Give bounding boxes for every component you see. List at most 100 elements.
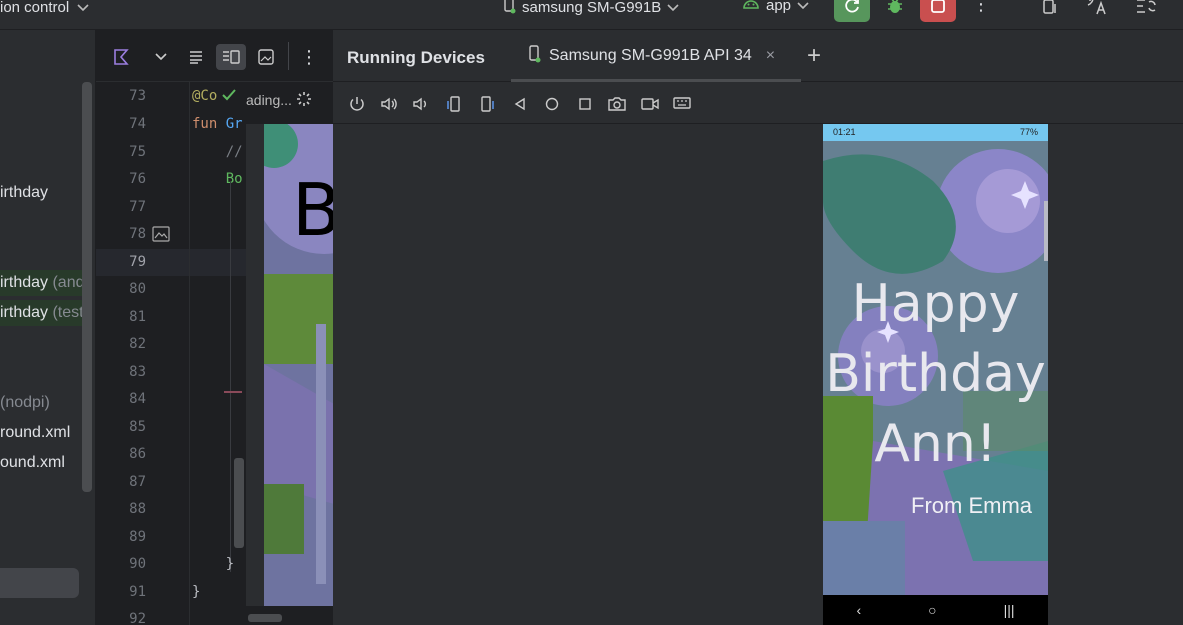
tree-item-suffix: (and bbox=[48, 274, 85, 291]
app-screen[interactable]: Happy Birthday Ann! From Emma bbox=[823, 141, 1048, 595]
device-screen[interactable]: 01:21 77% Happy Birthday Ann! From Emma … bbox=[823, 124, 1048, 625]
line-number: 83 bbox=[129, 364, 146, 380]
code-view-icon[interactable] bbox=[183, 44, 209, 70]
tree-item[interactable]: irthday (test bbox=[0, 300, 92, 326]
tree-item[interactable]: irthday bbox=[0, 180, 92, 206]
nav-home-icon[interactable]: ○ bbox=[928, 602, 936, 618]
screenshot-icon[interactable] bbox=[607, 94, 627, 114]
tree-item-label: irthday bbox=[0, 304, 49, 321]
line-number: 73 bbox=[129, 88, 146, 104]
nav-recents-icon[interactable]: ||| bbox=[1004, 602, 1015, 618]
kotlin-icon[interactable] bbox=[108, 44, 134, 70]
toolbar-divider bbox=[288, 42, 289, 70]
line-number: 74 bbox=[129, 116, 146, 132]
running-devices-panel: Running Devices Samsung SM-G991B API 34 … bbox=[333, 30, 1183, 625]
power-icon[interactable] bbox=[347, 94, 367, 114]
tree-item[interactable]: irthday (and bbox=[0, 270, 92, 296]
device-display-area: 01:21 77% Happy Birthday Ann! From Emma … bbox=[333, 124, 1183, 625]
change-marker bbox=[224, 391, 242, 393]
preview-loading-indicator: ading... bbox=[246, 88, 341, 112]
compose-preview[interactable]: B bbox=[264, 124, 334, 606]
code-editor[interactable]: ⋮ 73 74 75 76 77 78 79 80 81 82 83 84 85… bbox=[95, 30, 334, 625]
greeting-line: Ann! bbox=[874, 414, 997, 474]
device-manager-icon[interactable] bbox=[1040, 0, 1060, 21]
rotate-right-icon[interactable] bbox=[477, 94, 497, 114]
split-view-icon[interactable] bbox=[216, 44, 246, 70]
line-number-gutter: 73 74 75 76 77 78 79 80 81 82 83 84 85 8… bbox=[96, 82, 190, 625]
tree-item[interactable]: round.xml bbox=[0, 420, 92, 446]
line-number: 82 bbox=[129, 336, 146, 352]
line-number: 87 bbox=[129, 474, 146, 490]
run-configuration-label: app bbox=[766, 0, 792, 14]
preview-text: B bbox=[292, 168, 334, 252]
horizontal-scrollbar[interactable] bbox=[248, 614, 282, 622]
phone-navigation-bar: ‹ ○ ||| bbox=[823, 595, 1048, 625]
line-number: 77 bbox=[129, 199, 146, 215]
keyboard-icon[interactable] bbox=[672, 94, 692, 114]
rotate-left-icon[interactable] bbox=[444, 94, 464, 114]
code-line: fun Gr bbox=[192, 111, 243, 138]
tree-item[interactable]: ound.xml bbox=[0, 450, 92, 476]
phone-device-icon bbox=[502, 0, 516, 18]
line-number: 78 bbox=[129, 226, 146, 242]
back-icon[interactable] bbox=[510, 94, 530, 114]
line-number: 76 bbox=[129, 171, 146, 187]
stop-button[interactable] bbox=[920, 0, 956, 22]
tree-search-box[interactable] bbox=[0, 568, 79, 598]
design-view-icon[interactable] bbox=[253, 44, 279, 70]
nav-back-icon[interactable]: ‹ bbox=[856, 602, 861, 618]
volume-up-icon[interactable] bbox=[379, 94, 399, 114]
volume-down-icon[interactable] bbox=[411, 94, 431, 114]
greeting-line: Happy bbox=[851, 274, 1020, 334]
preview-gutter-icon[interactable] bbox=[152, 226, 170, 247]
code-line: } bbox=[192, 584, 201, 600]
add-device-icon[interactable]: + bbox=[807, 42, 821, 70]
status-time: 01:21 bbox=[833, 127, 856, 137]
close-icon[interactable]: × bbox=[766, 47, 775, 65]
settings-sync-icon[interactable] bbox=[1135, 0, 1157, 21]
stop-icon bbox=[930, 0, 946, 19]
line-number: 90 bbox=[129, 556, 146, 572]
tree-item[interactable]: (nodpi) bbox=[0, 390, 92, 416]
tab-device[interactable]: Samsung SM-G991B API 34 × bbox=[511, 30, 801, 82]
version-control-menu[interactable]: ion control bbox=[0, 0, 89, 16]
function-name: Gr bbox=[217, 116, 243, 132]
editor-scrollbar[interactable] bbox=[234, 458, 244, 548]
tree-item-label: irthday bbox=[0, 184, 49, 201]
chevron-down-icon bbox=[77, 0, 89, 16]
line-number: 84 bbox=[129, 391, 146, 407]
screen-record-icon[interactable] bbox=[640, 94, 660, 114]
line-number: 86 bbox=[129, 446, 146, 462]
preview-margin bbox=[246, 124, 264, 606]
more-actions-icon[interactable]: ⋮ bbox=[972, 0, 990, 15]
vertical-scrollbar[interactable] bbox=[82, 82, 92, 492]
tree-item-label: ound.xml bbox=[0, 454, 65, 471]
code-line: @Co bbox=[192, 88, 218, 104]
device-controls-toolbar bbox=[333, 82, 1183, 124]
rerun-icon bbox=[843, 0, 861, 20]
code-line: } bbox=[192, 556, 235, 572]
indent-guide bbox=[230, 182, 231, 572]
keyword: fun bbox=[192, 116, 218, 132]
phone-device-icon bbox=[527, 44, 541, 68]
device-selector[interactable]: samsung SM-G991B bbox=[502, 0, 679, 18]
panel-title: Running Devices bbox=[347, 48, 485, 67]
bug-icon bbox=[885, 0, 905, 21]
editor-toolbar: ⋮ bbox=[96, 30, 334, 82]
line-number: 75 bbox=[129, 144, 146, 160]
home-icon[interactable] bbox=[542, 94, 562, 114]
translate-icon[interactable] bbox=[1085, 0, 1109, 21]
rerun-button[interactable] bbox=[834, 0, 870, 22]
ide-window: ion control samsung SM-G991B app ⋮ irthd… bbox=[0, 0, 1183, 625]
line-number: 80 bbox=[129, 281, 146, 297]
chevron-down-icon[interactable] bbox=[148, 44, 174, 70]
android-icon bbox=[742, 0, 760, 14]
gutter-divider bbox=[189, 82, 190, 625]
run-configuration-selector[interactable]: app bbox=[742, 0, 809, 14]
debug-button[interactable] bbox=[880, 0, 910, 22]
chevron-down-icon bbox=[667, 0, 679, 16]
signature-text: From Emma bbox=[911, 493, 1032, 518]
overview-icon[interactable] bbox=[575, 94, 595, 114]
line-number: 88 bbox=[129, 501, 146, 517]
more-options-icon[interactable]: ⋮ bbox=[296, 44, 322, 70]
